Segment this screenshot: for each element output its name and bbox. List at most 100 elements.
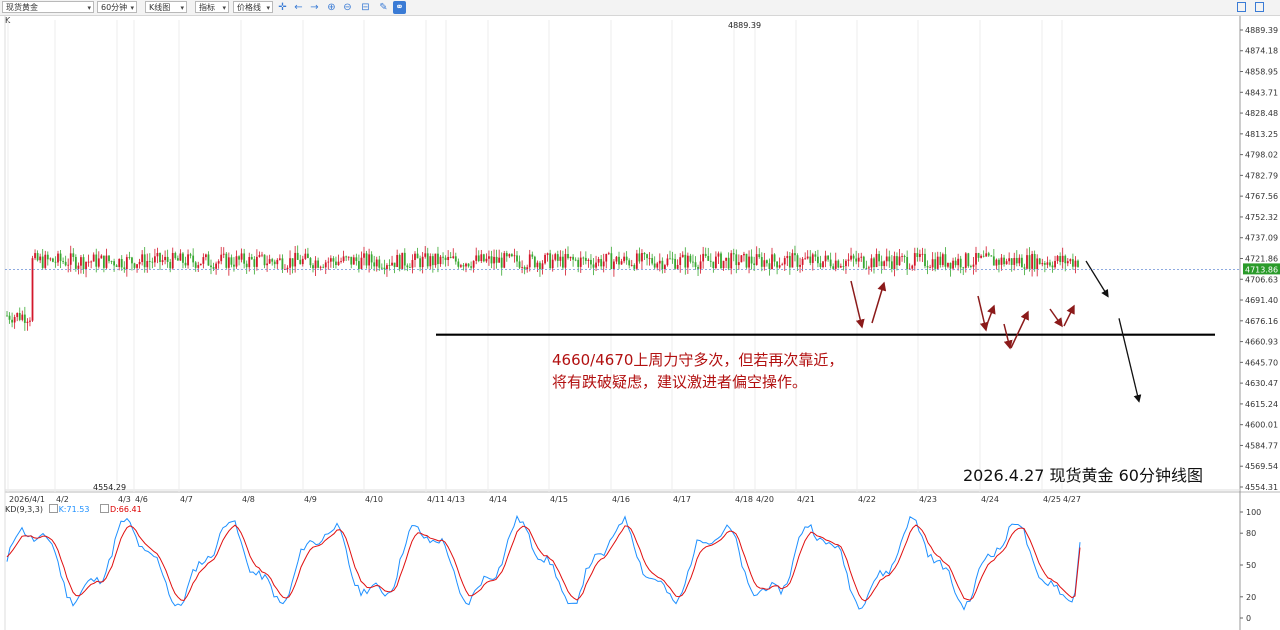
candle-body [699, 261, 702, 269]
link-icon[interactable]: ⚭ [393, 1, 406, 14]
k-line [6, 514, 1081, 611]
candle-body [745, 253, 748, 268]
candle-body [929, 267, 931, 269]
candle-body [964, 253, 967, 268]
candle-body [541, 263, 544, 270]
candle-body [16, 313, 19, 318]
candle-body [737, 262, 740, 266]
candle-body [781, 264, 784, 266]
candle-body [110, 261, 113, 262]
candle-body [103, 255, 105, 268]
k-toggle-checkbox[interactable] [48, 504, 58, 513]
candle-body [62, 261, 64, 262]
kd-title: KD(9,3,3) [5, 505, 44, 514]
candle-body [671, 258, 674, 260]
price-tick-label: 4782.79 [1245, 171, 1278, 180]
candle-body [340, 261, 342, 262]
candle-body [704, 253, 707, 257]
candle-body [1041, 263, 1044, 265]
candle-body [1023, 267, 1026, 269]
draw-pen-icon[interactable]: ✎ [377, 1, 390, 14]
price-axis: 4889.39 4874.18 4858.95 4843.71 4828.48 4813.… [5, 26, 1280, 492]
layout-right-icon[interactable] [1255, 2, 1264, 12]
candle-body [378, 259, 381, 268]
candle-body [607, 253, 610, 255]
candle-body [1008, 258, 1011, 262]
candle-body [990, 255, 993, 257]
candle-body [1026, 255, 1028, 269]
candle-body [199, 263, 202, 266]
candle-body [482, 254, 485, 262]
candle-body [105, 255, 108, 268]
kd-tick-label: 50 [1246, 561, 1256, 570]
candle-body [233, 264, 235, 267]
chart-kind-select[interactable]: K线图 ▾ [145, 1, 187, 13]
candle-body [212, 267, 215, 269]
candle-body [773, 254, 776, 262]
candle-body [939, 256, 942, 265]
candle-body [1077, 260, 1079, 267]
candle-body [536, 262, 539, 268]
chart-options-icon[interactable]: ⊟ [359, 1, 372, 14]
candle-body [1049, 262, 1051, 266]
chevron-down-icon: ▾ [222, 4, 226, 12]
candle-body [77, 265, 80, 269]
candle-body [732, 253, 735, 255]
candle-body [686, 255, 689, 268]
indicator-select[interactable]: 指标 ▾ [195, 1, 229, 13]
candle-body [256, 256, 258, 267]
analysis-note-line: 将有跌破疑虑，建议激进者偏空操作。 [552, 373, 808, 391]
candle-body [977, 253, 980, 258]
layout-left-icon[interactable] [1237, 2, 1246, 12]
candle-body [916, 253, 919, 257]
d-toggle-checkbox[interactable] [99, 504, 109, 513]
date-tick-label: 4/6 [135, 495, 148, 504]
candle-body [380, 267, 383, 269]
candle-body [87, 261, 90, 263]
date-tick-label: 4/2 [56, 495, 69, 504]
candle-body [268, 259, 271, 264]
candle-body [120, 258, 123, 268]
candle-body [664, 265, 666, 270]
candle-body [159, 253, 161, 263]
candle-body [74, 256, 77, 269]
zoom-in-icon[interactable]: ⊕ [325, 1, 338, 14]
date-tick-label: 4/7 [180, 495, 193, 504]
candle-body [819, 263, 822, 268]
candle-body [901, 256, 903, 257]
indicator-label: 指标 [199, 3, 215, 12]
candle-body [855, 258, 858, 262]
candle-body [521, 267, 523, 268]
candle-body [391, 262, 393, 266]
candlestick-chart[interactable]: 2026/4/1 4/2 4/3 4/6 4/7 4/8 4/9 4/10 4/11 4/13 4/… [0, 0, 1280, 630]
crosshair-icon[interactable]: ✛ [276, 1, 289, 14]
date-tick-label: 4/8 [242, 495, 255, 504]
candle-body [227, 257, 230, 268]
candle-body [444, 257, 447, 261]
candle-body [355, 257, 358, 262]
price-line-label: 价格线 [237, 3, 261, 12]
candle-body [508, 254, 511, 257]
arrow-left-icon[interactable]: ← [292, 1, 305, 14]
instrument-select[interactable]: 现货黄金 ▾ [2, 1, 94, 13]
candle-body [618, 256, 620, 265]
candle-body [868, 267, 870, 269]
price-line-select[interactable]: 价格线 ▾ [233, 1, 273, 13]
candle-body [748, 256, 750, 268]
candle-body [493, 256, 495, 264]
candle-body [235, 256, 238, 267]
arrow-right-icon[interactable]: → [308, 1, 321, 14]
zoom-out-icon[interactable]: ⊖ [341, 1, 354, 14]
date-tick-label: 4/11 [427, 495, 445, 504]
candle-body [763, 260, 766, 267]
candle-body [388, 265, 391, 266]
candle-body [760, 257, 763, 267]
d-line [6, 524, 1081, 602]
date-tick-label: 4/13 [447, 495, 465, 504]
period-select[interactable]: 60分钟 ▾ [97, 1, 137, 13]
candle-body [1074, 260, 1077, 267]
candle-body [643, 253, 646, 255]
candle-body [613, 261, 615, 269]
candle-body [648, 258, 651, 259]
candle-body [783, 258, 786, 265]
